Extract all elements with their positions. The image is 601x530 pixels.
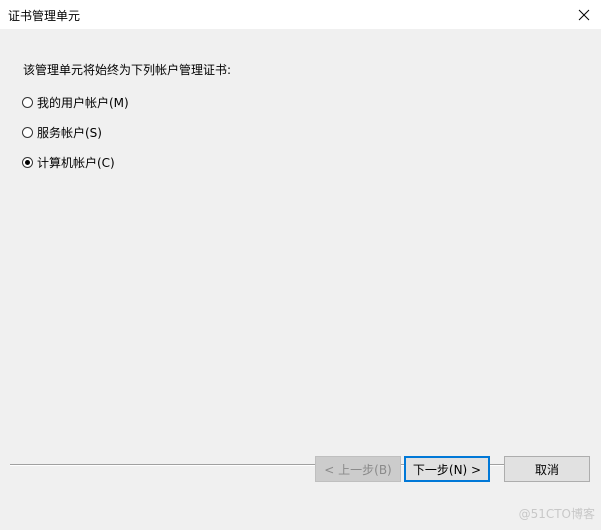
radio-label: 计算机帐户(C) xyxy=(37,155,115,170)
cancel-button[interactable]: 取消 xyxy=(504,456,590,482)
back-button[interactable]: < 上一步(B) xyxy=(315,456,401,482)
dialog-content: 该管理单元将始终为下列帐户管理证书: 我的用户帐户(M) 服务帐户(S) 计算机… xyxy=(0,29,601,530)
radio-button-selected-icon[interactable] xyxy=(22,156,33,168)
radio-computer-account[interactable]: 计算机帐户(C) xyxy=(22,153,115,171)
radio-button-icon[interactable] xyxy=(22,96,33,108)
intro-text: 该管理单元将始终为下列帐户管理证书: xyxy=(23,63,232,77)
next-button[interactable]: 下一步(N) > xyxy=(404,456,490,482)
close-icon xyxy=(578,9,590,21)
footer-separator xyxy=(10,464,589,466)
radio-my-user-account[interactable]: 我的用户帐户(M) xyxy=(22,93,129,111)
radio-button-icon[interactable] xyxy=(22,126,33,138)
radio-label: 服务帐户(S) xyxy=(37,125,102,140)
title-bar: 证书管理单元 xyxy=(0,0,601,29)
watermark-text: @51CTO博客 xyxy=(518,507,595,521)
window-title: 证书管理单元 xyxy=(8,9,81,23)
radio-service-account[interactable]: 服务帐户(S) xyxy=(22,123,102,141)
certificate-snapin-dialog: 证书管理单元 该管理单元将始终为下列帐户管理证书: 我的用户帐户(M) 服务帐户… xyxy=(0,0,601,530)
close-button[interactable] xyxy=(567,0,601,29)
radio-label: 我的用户帐户(M) xyxy=(37,95,129,110)
